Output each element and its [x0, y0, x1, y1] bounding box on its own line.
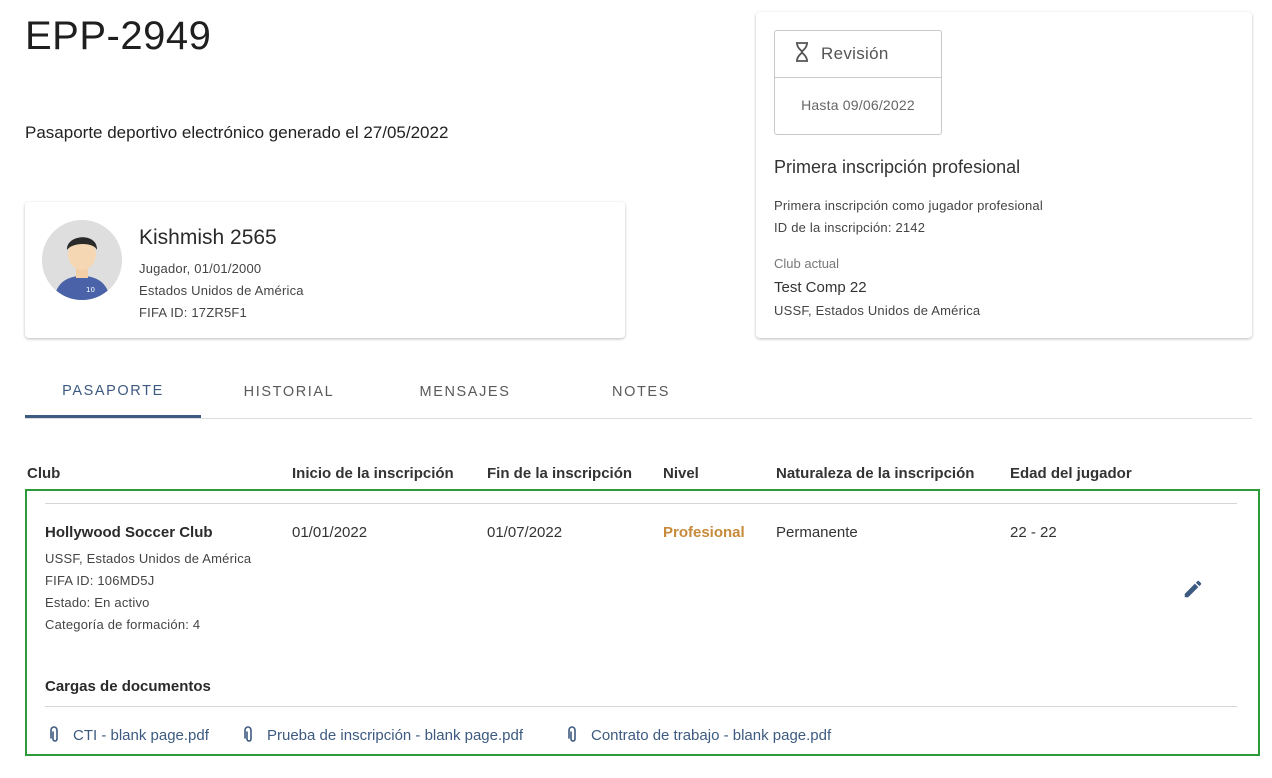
- player-fifa-id: FIFA ID: 17ZR5F1: [139, 305, 247, 320]
- documents-title: Cargas de documentos: [45, 678, 211, 695]
- player-role-dob: Jugador, 01/01/2000: [139, 261, 262, 276]
- registration-description: Primera inscripción como jugador profesi…: [774, 198, 1043, 213]
- status-header: Revisión: [775, 31, 941, 78]
- level-value: Profesional: [663, 524, 745, 541]
- document-name: Contrato de trabajo - blank page.pdf: [591, 726, 832, 744]
- divider: [45, 503, 1237, 504]
- document-link-registration-proof[interactable]: Prueba de inscripción - blank page.pdf: [241, 726, 523, 744]
- current-club-assoc: USSF, Estados Unidos de América: [774, 303, 981, 318]
- tab-bar: PASAPORTE HISTORIAL MENSAJES NOTES: [25, 366, 1252, 419]
- pencil-icon: [1184, 580, 1202, 598]
- column-header-level: Nivel: [663, 465, 699, 482]
- club-assoc: USSF, Estados Unidos de América: [45, 551, 252, 566]
- paperclip-icon: [47, 726, 61, 744]
- current-club-name: Test Comp 22: [774, 279, 867, 296]
- end-date: 01/07/2022: [487, 524, 563, 541]
- column-header-start: Inicio de la inscripción: [292, 465, 454, 482]
- tab-pasaporte[interactable]: PASAPORTE: [25, 366, 201, 418]
- status-box: Revisión Hasta 09/06/2022: [774, 30, 942, 135]
- club-status: Estado: En activo: [45, 595, 150, 610]
- column-header-nature: Naturaleza de la inscripción: [776, 465, 975, 482]
- nature-value: Permanente: [776, 524, 858, 541]
- player-avatar-icon: 10: [42, 220, 122, 300]
- table-row: Hollywood Soccer Club USSF, Estados Unid…: [25, 489, 1260, 756]
- club-category: Categoría de formación: 4: [45, 617, 201, 632]
- player-country: Estados Unidos de América: [139, 283, 304, 298]
- column-header-end: Fin de la inscripción: [487, 465, 633, 482]
- player-name: Kishmish 2565: [139, 226, 277, 249]
- status-label: Revisión: [821, 44, 889, 63]
- registration-title: Primera inscripción profesional: [774, 157, 1021, 177]
- divider: [45, 706, 1237, 707]
- tab-mensajes[interactable]: MENSAJES: [377, 366, 553, 418]
- page-title: EPP-2949: [25, 14, 212, 58]
- document-name: CTI - blank page.pdf: [73, 726, 209, 744]
- passport-subtitle: Pasaporte deportivo electrónico generado…: [25, 123, 449, 142]
- age-value: 22 - 22: [1010, 524, 1057, 541]
- hourglass-icon: [795, 41, 809, 67]
- player-card: 10 Kishmish 2565 Jugador, 01/01/2000 Est…: [25, 202, 625, 338]
- paperclip-icon: [565, 726, 579, 744]
- column-header-age: Edad del jugador: [1010, 465, 1132, 482]
- document-name: Prueba de inscripción - blank page.pdf: [267, 726, 523, 744]
- document-link-cti[interactable]: CTI - blank page.pdf: [47, 726, 209, 744]
- column-header-club: Club: [27, 465, 61, 482]
- edit-button[interactable]: [1180, 576, 1206, 602]
- svg-text:10: 10: [86, 286, 95, 294]
- club-name: Hollywood Soccer Club: [45, 524, 213, 541]
- club-fifa-id: FIFA ID: 106MD5J: [45, 573, 155, 588]
- current-club-label: Club actual: [774, 256, 840, 271]
- tab-notes[interactable]: NOTES: [553, 366, 729, 418]
- start-date: 01/01/2022: [292, 524, 368, 541]
- status-until-date: Hasta 09/06/2022: [801, 97, 915, 113]
- registration-card: Revisión Hasta 09/06/2022 Primera inscri…: [756, 12, 1252, 338]
- paperclip-icon: [241, 726, 255, 744]
- tab-historial[interactable]: HISTORIAL: [201, 366, 377, 418]
- registration-id: ID de la inscripción: 2142: [774, 220, 926, 235]
- document-link-employment-contract[interactable]: Contrato de trabajo - blank page.pdf: [565, 726, 831, 744]
- player-avatar: 10: [42, 220, 122, 300]
